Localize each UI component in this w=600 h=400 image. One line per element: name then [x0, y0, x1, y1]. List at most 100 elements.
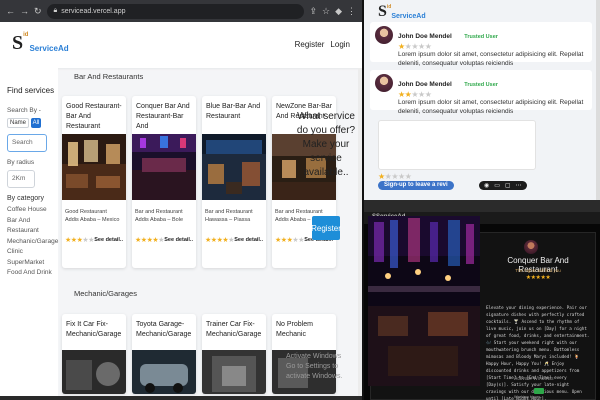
site-logo[interactable]: S id ServiceAd	[12, 32, 69, 53]
avatar	[375, 74, 393, 92]
all-button[interactable]: All	[31, 118, 41, 128]
card-title: Conquer Bar And Restaurant-Bar And	[136, 103, 190, 130]
logo-sup: id	[23, 32, 29, 38]
working-hours: Working Hours	[514, 394, 541, 399]
review-rating: ★★★★★	[398, 91, 587, 99]
card-title: No Problem Mechanic	[276, 321, 313, 338]
register-link[interactable]: Register	[295, 40, 325, 49]
card-image	[202, 134, 266, 200]
search-by-select[interactable]: Name	[7, 118, 29, 128]
card-category: Bar and Restaurant	[205, 209, 253, 215]
star-empty-icon: ★	[424, 90, 432, 99]
menu-icon[interactable]: ⋮	[347, 6, 356, 16]
star-filled-icon: ★	[398, 90, 405, 99]
service-card[interactable]: Toyota Garage-Mechanic/Garage	[132, 314, 196, 394]
back-icon[interactable]: ←	[6, 6, 15, 16]
star-icon[interactable]: ☆	[322, 6, 330, 16]
service-card[interactable]: Good Restaurant-Bar And Restaurant Good …	[62, 96, 126, 268]
review-textarea[interactable]	[378, 120, 536, 170]
card-location: Addis Ababa – Mexico	[65, 217, 120, 223]
search-by-label: Search By -	[7, 107, 41, 114]
detail-description: Elevate your dining experience. Pair our…	[486, 305, 590, 400]
register-button[interactable]: Register	[311, 216, 341, 240]
site-logo[interactable]: S id ServiceAd	[378, 3, 426, 21]
star-empty-icon: ★	[404, 172, 412, 181]
card-meta: Good Restaurant Addis Ababa – Mexico	[62, 200, 126, 236]
category-item[interactable]: Coffee House	[7, 205, 58, 216]
review-card: John Doe Mendel Trusted User ★★★★★ Lorem…	[370, 70, 592, 115]
extension-icon[interactable]: ◆	[335, 6, 342, 16]
signup-to-review-button[interactable]: Sign-up to leave a revi	[378, 181, 454, 190]
detail-subtitle: The nights will find you	[515, 268, 561, 273]
screen-icon[interactable]: ▭	[494, 182, 500, 189]
service-card[interactable]: Conquer Bar And Restaurant-Bar And Bar a…	[132, 96, 196, 268]
card-title: Trainer Car Fix-Mechanic/Garage	[206, 321, 262, 338]
star-empty-icon: ★	[298, 237, 304, 244]
see-detail-link[interactable]: See detail..	[234, 237, 263, 243]
watermark-line2: Go to Settings to activate Windows.	[286, 363, 343, 380]
see-detail-link[interactable]: See detail..	[94, 237, 123, 243]
card-rating: ★★★★★	[275, 236, 304, 244]
star-empty-icon: ★	[228, 237, 234, 244]
card-footer: ★★★★★ See detail..	[202, 236, 266, 244]
star-empty-icon: ★	[418, 90, 425, 99]
detail-rating: ★★★★★	[488, 274, 588, 281]
forward-icon[interactable]: →	[20, 6, 29, 16]
cta-text: What service do you offer? Make your ser…	[296, 111, 356, 178]
category-item[interactable]: Clinic	[7, 247, 58, 258]
card-image	[132, 350, 196, 394]
restaurant-avatar	[524, 240, 538, 254]
card-image	[62, 350, 126, 394]
service-card[interactable]: Blue Bar-Bar And Restaurant Bar and Rest…	[202, 96, 266, 268]
star-filled-icon: ★	[398, 42, 405, 51]
logo-letter: S	[378, 3, 387, 20]
search-by-row: Name All	[7, 118, 58, 128]
section-title-mechanic: Mechanic/Garages	[74, 289, 137, 298]
review-header: John Doe Mendel Trusted User	[398, 25, 587, 43]
review-text: Lorem ipsum dolor sit amet, consectetur …	[398, 51, 584, 67]
share-icon[interactable]: ⇪	[309, 6, 317, 16]
card-footer: ★★★★★ See detail..	[62, 236, 126, 244]
star-empty-icon: ★	[398, 172, 405, 181]
panel-scrollbar[interactable]	[596, 0, 600, 200]
service-card[interactable]: Fix It Car Fix-Mechanic/Garage	[62, 314, 126, 394]
card-category: Bar and Restaurant	[275, 209, 323, 215]
address-bar[interactable]: 🔒︎ servicead.vercel.app	[46, 3, 305, 19]
login-link[interactable]: Login	[330, 40, 350, 49]
category-item[interactable]: Food And Drink	[7, 268, 58, 279]
taskbar	[0, 396, 362, 400]
card-title: Good Restaurant-Bar And Restaurant	[66, 103, 122, 130]
star-empty-icon: ★	[418, 42, 425, 51]
service-card[interactable]: Trainer Car Fix-Mechanic/Garage	[202, 314, 266, 394]
reviewer-name: John Doe Mendel	[398, 33, 452, 40]
radius-input[interactable]: 2Km	[7, 170, 35, 188]
card-rating: ★★★★★	[65, 236, 94, 244]
logo-name: ServiceAd	[391, 13, 426, 20]
chat-icon[interactable]: ▢	[505, 182, 511, 189]
detail-watermark: Activate Windows	[514, 376, 554, 382]
browser-extensions: ⇪ ☆ ◆ ⋮	[309, 6, 356, 16]
header-nav: Register Login	[295, 40, 350, 49]
star-empty-icon: ★	[424, 42, 432, 51]
section-title-bars: Bar And Restaurants	[74, 72, 144, 81]
radius-label: By radius	[7, 159, 35, 166]
review-header: John Doe Mendel Trusted User	[398, 73, 587, 91]
star-empty-icon: ★	[411, 90, 419, 99]
card-image	[202, 350, 266, 394]
search-input[interactable]: Search	[7, 134, 47, 152]
more-icon[interactable]: ⋯	[516, 182, 522, 189]
browser-toolbar: ← → ↻ 🔒︎ servicead.vercel.app ⇪ ☆ ◆ ⋮	[0, 0, 362, 22]
category-item[interactable]: Bar And Restaurant	[7, 216, 58, 237]
see-detail-link[interactable]: See detail..	[164, 237, 193, 243]
review-text: Lorem ipsum dolor sit amet, consectetur …	[398, 99, 584, 115]
card-rating: ★★★★★	[205, 236, 234, 244]
record-icon[interactable]: ◉	[484, 182, 489, 189]
category-item[interactable]: Mechanic/Garage	[7, 237, 58, 248]
category-item[interactable]: SuperMarket	[7, 258, 58, 269]
star-empty-icon: ★	[391, 172, 399, 181]
new-review-rating[interactable]: ★★★★★	[378, 172, 412, 181]
star-empty-icon: ★	[88, 237, 94, 244]
reload-icon[interactable]: ↻	[34, 6, 42, 16]
windows-watermark: Activate Windows Go to Settings to activ…	[286, 352, 362, 382]
sidebar-title: Find services	[7, 86, 55, 95]
